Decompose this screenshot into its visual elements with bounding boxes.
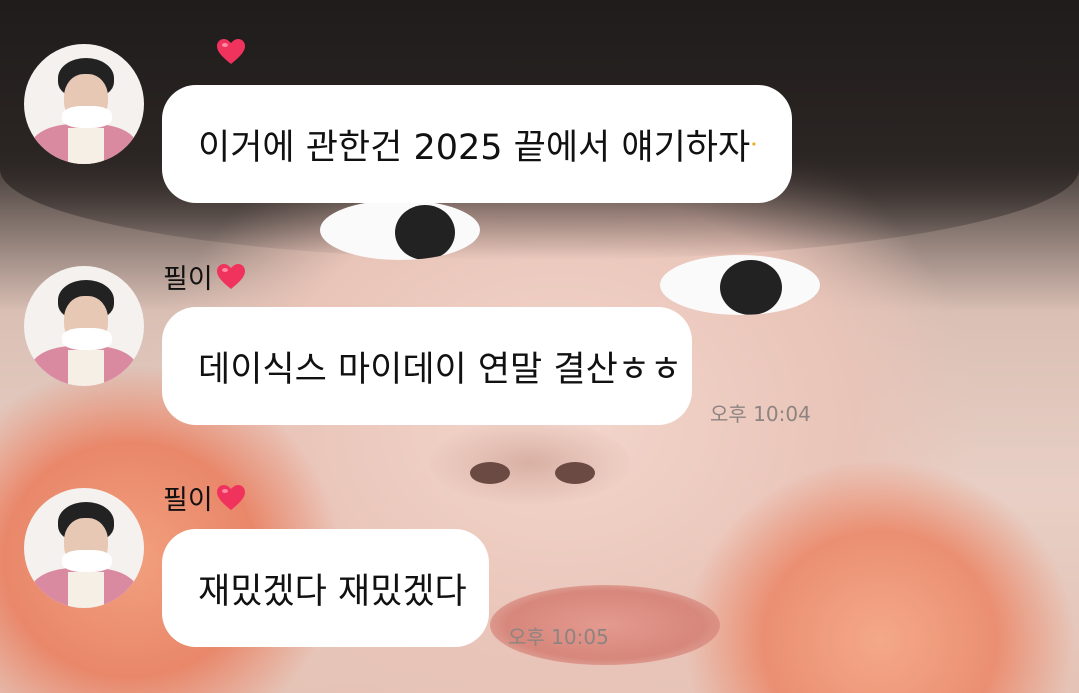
wallpaper-nose	[430, 420, 630, 505]
message-bubble[interactable]: 재밌겠다 재밌겠다	[162, 529, 489, 647]
message-text: 재밌겠다 재밌겠다	[198, 571, 467, 612]
wallpaper-nostril-left	[470, 462, 510, 484]
sender-name-label: 필이	[163, 264, 213, 295]
message-bubble[interactable]: 이거에 관한건 2025 끝에서 얘기하자	[162, 85, 792, 203]
message-time: 오후 10:04	[710, 402, 811, 426]
heart-icon	[217, 39, 245, 64]
avatar[interactable]	[24, 488, 144, 608]
sender-name	[163, 36, 247, 68]
wallpaper-eye-right	[660, 255, 820, 315]
smiling-face-icon	[752, 142, 756, 146]
heart-icon	[216, 484, 245, 510]
wallpaper-eye-left	[320, 200, 480, 260]
message-bubble[interactable]: 데이식스 마이데이 연말 결산ㅎㅎ	[162, 307, 692, 425]
message-text: 이거에 관한건 2025 끝에서 얘기하자	[198, 127, 751, 168]
wallpaper-nostril-right	[555, 462, 595, 484]
sender-name: 필이	[163, 257, 247, 296]
sender-name-label: 필이	[163, 485, 213, 516]
avatar[interactable]	[24, 44, 144, 164]
heart-icon	[216, 263, 245, 289]
message-time: 오후 10:05	[508, 625, 609, 649]
avatar[interactable]	[24, 266, 144, 386]
message-text: 데이식스 마이데이 연말 결산ㅎㅎ	[198, 349, 683, 390]
sender-name: 필이	[163, 478, 247, 517]
